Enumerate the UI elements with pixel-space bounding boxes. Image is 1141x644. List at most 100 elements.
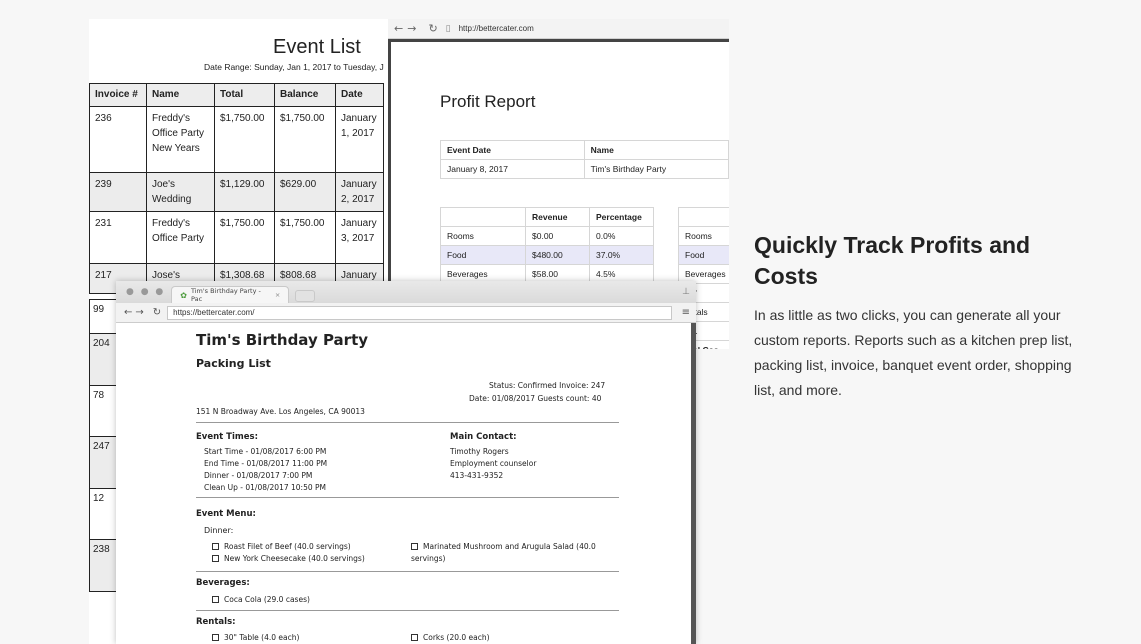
contact-phone: 413-431-9352 [450,471,504,480]
address-bar[interactable]: http://bettercater.com [459,24,534,33]
divider [196,422,619,423]
cell-revenue: $0.00 [525,226,590,246]
col-header-percentage: Percentage [589,207,654,227]
menu-item: Marinated Mushroom and Arugula Salad (40… [411,542,596,551]
browser-tab-bar: ● ● ● ✿ Tim's Birthday Party - Pac × ⊥ [116,281,696,303]
menu-item-label: Coca Cola (29.0 cases) [224,595,310,604]
menu-item-label: Roast Filet of Beef (40.0 servings) [224,542,351,551]
tab-label: Tim's Birthday Party - Pac [190,287,261,303]
table-header-row: Event Date Name [440,140,729,160]
checkbox-icon[interactable] [212,634,219,641]
favicon-icon: ✿ [180,290,187,300]
profit-event-table: Event Date Name January 8, 2017 Tim's Bi… [440,140,729,179]
cell-date: January 1, 2017 [335,106,384,173]
col-header-name: Name [146,83,215,107]
event-times-label: Event Times: [196,432,258,442]
address-bar[interactable]: https://bettercater.com/ [167,305,672,320]
cell-revenue: $480.00 [525,245,590,265]
event-menu-label: Event Menu: [196,509,256,519]
table-row: Food $480.00 37.0% [440,245,654,265]
col-header-blank [678,207,729,227]
new-tab-button[interactable] [295,289,316,302]
menu-item: New York Cheesecake (40.0 servings) [212,554,365,563]
cell-percentage: 37.0% [589,245,654,265]
event-title: Tim's Birthday Party [196,331,369,349]
menu-item: Roast Filet of Beef (40.0 servings) [212,542,351,551]
col-header-revenue: Revenue [525,207,590,227]
table-row: January 8, 2017 Tim's Birthday Party [440,159,729,179]
cell-category: Food [678,245,729,265]
cell-category: Rooms [440,226,526,246]
cell-invoice: 239 [89,172,147,212]
table-row: 231 Freddy's Office Party $1,750.00 $1,7… [89,211,384,264]
date-line: Date: 01/08/2017 Guests count: 40 [469,394,602,403]
nav-arrows-icon[interactable]: ←→ [394,22,420,35]
event-time-item: Dinner - 01/08/2017 7:00 PM [204,471,313,480]
main-contact-label: Main Contact: [450,432,517,442]
cell-total: $1,750.00 [214,211,275,264]
table-header-row: Revenue Percentage [440,207,654,227]
checkbox-icon[interactable] [411,543,418,550]
reload-icon[interactable]: ↻ [153,307,161,318]
event-list-title: Event List [273,36,361,58]
cell-name: Joe's Wedding [146,172,215,212]
event-time-item: End Time - 01/08/2017 11:00 PM [204,459,328,468]
cell-balance: $1,750.00 [274,211,336,264]
packing-list-window: ● ● ● ✿ Tim's Birthday Party - Pac × ⊥ ←… [116,281,696,644]
table-header-row [678,207,729,227]
profile-icon[interactable]: ⊥ [682,287,690,297]
menu-item-label: New York Cheesecake (40.0 servings) [224,554,365,563]
reload-icon[interactable]: ↻ [428,22,437,35]
browser-tab[interactable]: ✿ Tim's Birthday Party - Pac × [171,286,290,303]
table-row: 236 Freddy's Office Party New Years $1,7… [89,106,384,173]
col-header-date: Date [335,83,384,107]
stage: Event List Date Range: Sunday, Jan 1, 20… [0,0,1141,644]
table-row: Rooms $0.00 0.0% [440,226,654,246]
divider [196,610,619,611]
profit-report-title: Profit Report [440,92,536,111]
cell-name: Freddy's Office Party [146,211,215,264]
event-list-date-range: Date Range: Sunday, Jan 1, 2017 to Tuesd… [204,62,384,72]
nav-arrows-icon[interactable]: ←→ [124,307,147,318]
feature-description: In as little as two clicks, you can gene… [754,307,1073,398]
cell-total: $1,750.00 [214,106,275,173]
beverages-label: Beverages: [196,578,250,588]
table-header-row: Invoice # Name Total Balance Date [89,83,384,107]
feature-title: Quickly Track Profits and Costs [754,232,1031,289]
cell-category: Food [440,245,526,265]
cell-balance: $1,750.00 [274,106,336,173]
rental-item: Corks (20.0 each) [411,633,490,642]
table-row: Rooms [678,226,729,246]
checkbox-icon[interactable] [212,596,219,603]
status-line: Status: Confirmed Invoice: 247 [489,381,606,390]
address: 151 N Broadway Ave. Los Angeles, CA 9001… [196,407,365,416]
contact-name: Timothy Rogers [450,447,509,456]
col-header-name: Name [583,140,729,160]
menu-item-label: Marinated Mushroom and Arugula Salad (40… [423,542,596,551]
cell-percentage: 0.0% [589,226,654,246]
cell-date: January 2, 2017 [335,172,384,212]
close-tab-icon[interactable]: × [275,291,280,299]
rental-item: 30" Table (4.0 each) [212,633,299,642]
cell-name: Freddy's Office Party New Years [146,106,215,173]
menu-item: Coca Cola (29.0 cases) [212,595,310,604]
cell-total: $1,129.00 [214,172,275,212]
page-icon: ▯ [445,23,451,34]
window-controls-icon[interactable]: ● ● ● [126,287,165,297]
profit-revenue-table: Revenue Percentage Rooms $0.00 0.0% Food… [440,207,654,284]
packing-page: Tim's Birthday Party Packing List Status… [116,323,696,644]
col-header-invoice: Invoice # [89,83,147,107]
divider [196,497,619,498]
checkbox-icon[interactable] [411,634,418,641]
cell-name: Tim's Birthday Party [583,159,729,179]
menu-icon[interactable]: ≡ [682,307,690,318]
checkbox-icon[interactable] [212,543,219,550]
dinner-label: Dinner: [204,526,234,535]
menu-item-continued: servings) [411,554,446,563]
col-header-event-date: Event Date [440,140,585,160]
rentals-label: Rentals: [196,617,236,627]
browser-toolbar: ←→ ↻ ▯ http://bettercater.com [388,19,729,39]
divider [196,571,619,572]
checkbox-icon[interactable] [212,555,219,562]
contact-role: Employment counselor [450,459,537,468]
